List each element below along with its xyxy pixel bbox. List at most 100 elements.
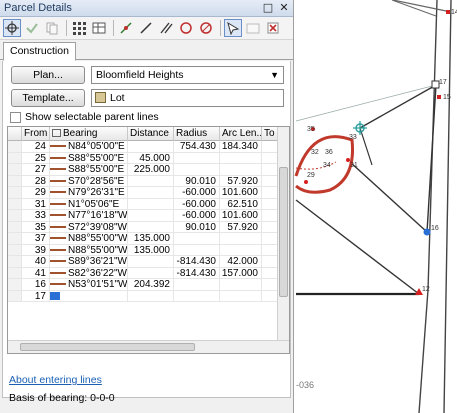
cell-bearing[interactable]: S82°36'22"W <box>50 267 128 278</box>
merge-icon[interactable] <box>117 19 135 37</box>
row-gutter[interactable] <box>8 141 22 152</box>
cell-arc-length[interactable] <box>220 233 262 244</box>
point-14-marker[interactable] <box>446 10 450 14</box>
cell-bearing[interactable] <box>50 290 128 301</box>
table-row[interactable]: 31 N1°05'06"E -60.000 62.510 <box>8 198 280 210</box>
cell-from[interactable]: 35 <box>22 221 50 232</box>
grid-vertical-scrollbar[interactable] <box>277 127 289 341</box>
line-icon[interactable] <box>137 19 155 37</box>
circle-icon[interactable] <box>177 19 195 37</box>
cell-arc-length[interactable] <box>220 164 262 175</box>
table-edit-icon[interactable] <box>244 19 262 37</box>
cell-radius[interactable] <box>174 152 220 163</box>
table-icon[interactable] <box>90 19 108 37</box>
row-gutter[interactable] <box>8 210 22 221</box>
close-loop-icon[interactable] <box>197 19 215 37</box>
cell-distance[interactable]: 135.000 <box>128 233 174 244</box>
table-row[interactable]: 25 S88°55'00"E 45.000 <box>8 152 280 164</box>
row-gutter[interactable] <box>8 290 22 301</box>
grid-dots-icon[interactable] <box>70 19 88 37</box>
cell-bearing[interactable]: S89°36'21"W <box>50 256 128 267</box>
cell-from[interactable]: 29 <box>22 187 50 198</box>
table-row[interactable]: 16 N53°01'51"W 204.392 <box>8 279 280 291</box>
cell-radius[interactable]: 90.010 <box>174 221 220 232</box>
cell-arc-length[interactable]: 42.000 <box>220 256 262 267</box>
cell-arc-length[interactable]: 57.920 <box>220 175 262 186</box>
grid-header-distance[interactable]: Distance <box>128 127 174 141</box>
cell-distance[interactable]: 45.000 <box>128 152 174 163</box>
row-gutter[interactable] <box>8 221 22 232</box>
panel-titlebar[interactable]: Parcel Details □ ✕ <box>0 0 293 17</box>
table-row[interactable]: 39 N88°55'00"W 135.000 <box>8 244 280 256</box>
cell-distance[interactable]: 204.392 <box>128 279 174 290</box>
cell-distance[interactable] <box>128 187 174 198</box>
cell-arc-length[interactable]: 57.920 <box>220 221 262 232</box>
template-field[interactable]: Lot <box>91 89 284 107</box>
about-entering-lines-link[interactable]: About entering lines <box>9 374 102 386</box>
table-row[interactable]: 24 N84°05'00"E 754.430 184.340 <box>8 141 280 153</box>
delete-icon[interactable] <box>264 19 282 37</box>
cell-radius[interactable]: -814.430 <box>174 256 220 267</box>
table-row[interactable]: 35 S72°39'08"W 90.010 57.920 <box>8 221 280 233</box>
parallel-icon[interactable] <box>157 19 175 37</box>
cell-bearing[interactable]: S72°39'08"W <box>50 221 128 232</box>
cell-radius[interactable] <box>174 244 220 255</box>
cell-radius[interactable]: -60.000 <box>174 187 220 198</box>
cell-bearing[interactable]: N88°55'00"W <box>50 233 128 244</box>
cell-from[interactable]: 17 <box>22 290 50 301</box>
cell-bearing[interactable]: S88°55'00"E <box>50 164 128 175</box>
cell-arc-length[interactable]: 62.510 <box>220 198 262 209</box>
cell-bearing[interactable]: N88°55'00"W <box>50 244 128 255</box>
maximize-button[interactable]: □ <box>261 1 275 15</box>
cell-distance[interactable] <box>128 210 174 221</box>
cell-arc-length[interactable] <box>220 279 262 290</box>
select-lines-icon[interactable] <box>224 19 242 37</box>
grid-horizontal-scrollbar[interactable] <box>8 340 289 353</box>
grid-header-bearing[interactable]: Bearing <box>50 127 128 141</box>
cell-radius[interactable] <box>174 233 220 244</box>
grid-horizontal-scroll-thumb[interactable] <box>20 343 195 351</box>
cell-distance[interactable] <box>128 221 174 232</box>
cell-from[interactable]: 25 <box>22 152 50 163</box>
table-row[interactable]: 17 <box>8 290 280 302</box>
cell-bearing[interactable]: N84°05'00"E <box>50 141 128 152</box>
cell-radius[interactable]: -60.000 <box>174 198 220 209</box>
cell-distance[interactable]: 135.000 <box>128 244 174 255</box>
cell-distance[interactable] <box>128 267 174 278</box>
row-gutter[interactable] <box>8 233 22 244</box>
cell-radius[interactable] <box>174 164 220 175</box>
point-16-marker[interactable] <box>423 228 431 236</box>
cell-bearing[interactable]: N79°26'31"E <box>50 187 128 198</box>
table-row[interactable]: 33 N77°16'18"W -60.000 101.600 <box>8 210 280 222</box>
cell-from[interactable]: 27 <box>22 164 50 175</box>
cell-from[interactable]: 39 <box>22 244 50 255</box>
point-29-marker[interactable] <box>304 180 308 184</box>
cell-arc-length[interactable] <box>220 290 262 301</box>
cell-from[interactable]: 16 <box>22 279 50 290</box>
cell-arc-length[interactable] <box>220 244 262 255</box>
row-gutter[interactable] <box>8 198 22 209</box>
template-button[interactable]: Template... <box>11 89 85 107</box>
row-gutter[interactable] <box>8 175 22 186</box>
table-row[interactable]: 41 S82°36'22"W -814.430 157.000 <box>8 267 280 279</box>
cell-bearing[interactable]: N77°16'18"W <box>50 210 128 221</box>
cell-distance[interactable] <box>128 175 174 186</box>
lines-grid[interactable]: From Bearing Distance Radius Arc Len... … <box>7 126 290 354</box>
row-gutter[interactable] <box>8 164 22 175</box>
cell-radius[interactable]: 754.430 <box>174 141 220 152</box>
cell-arc-length[interactable]: 184.340 <box>220 141 262 152</box>
table-row[interactable]: 40 S89°36'21"W -814.430 42.000 <box>8 256 280 268</box>
cell-arc-length[interactable]: 157.000 <box>220 267 262 278</box>
point-17-marker[interactable] <box>431 80 440 89</box>
cell-bearing[interactable]: S70°28'56"E <box>50 175 128 186</box>
cell-distance[interactable]: 225.000 <box>128 164 174 175</box>
cell-distance[interactable] <box>128 141 174 152</box>
grid-header-arc-length[interactable]: Arc Len... <box>220 127 262 141</box>
row-gutter[interactable] <box>8 279 22 290</box>
cell-radius[interactable] <box>174 290 220 301</box>
cell-from[interactable]: 33 <box>22 210 50 221</box>
cell-bearing[interactable]: N1°05'06"E <box>50 198 128 209</box>
cell-from[interactable]: 28 <box>22 175 50 186</box>
cell-radius[interactable]: -814.430 <box>174 267 220 278</box>
show-parent-lines-row[interactable]: Show selectable parent lines <box>10 111 159 123</box>
